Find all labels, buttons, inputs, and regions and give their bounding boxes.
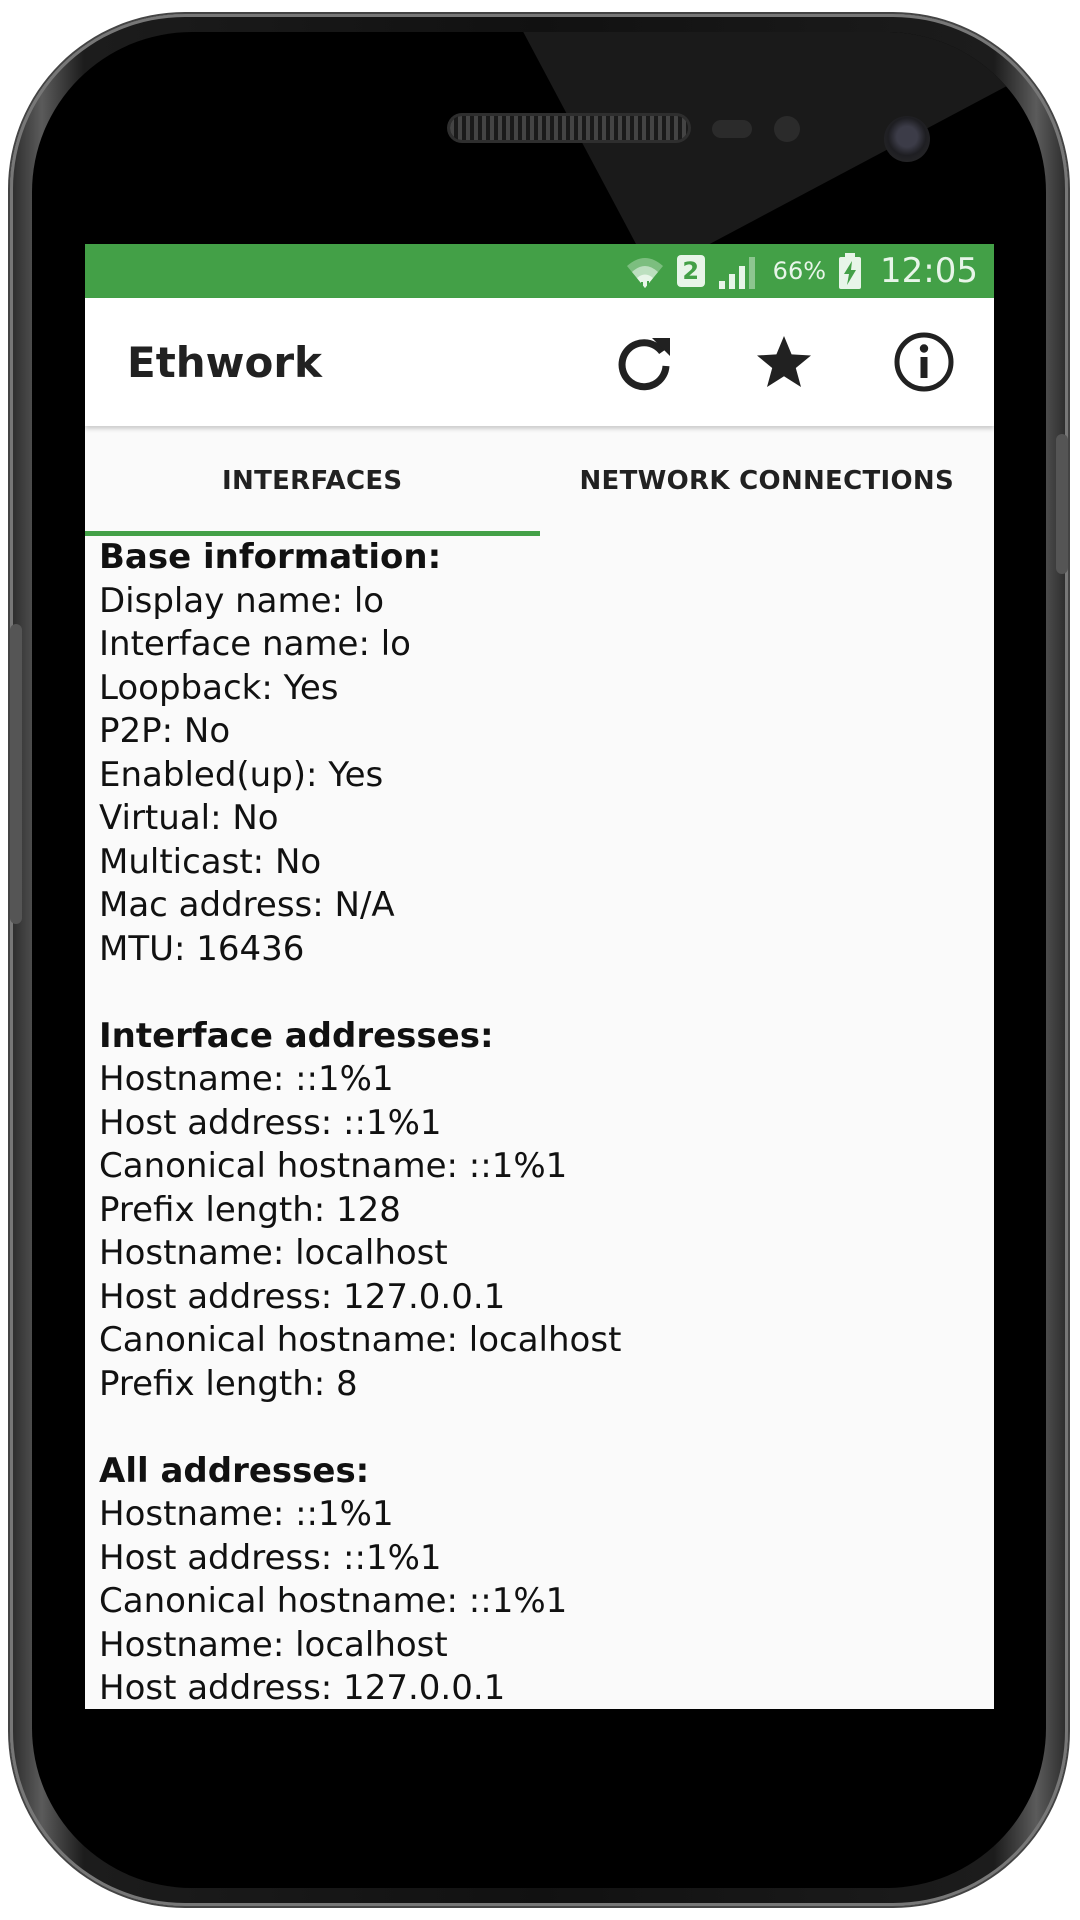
info-line: Enabled(up): Yes xyxy=(99,754,384,795)
info-line: Interface name: lo xyxy=(99,624,411,664)
battery-percent: 66% xyxy=(772,257,827,285)
power-button xyxy=(1056,434,1068,574)
info-line: Hostname: localhost xyxy=(99,1624,448,1665)
info-icon xyxy=(894,332,954,392)
info-line: Hostname: localhost xyxy=(99,1233,448,1273)
info-line: Display name: lo xyxy=(99,580,385,621)
info-line: Host address: ::1%1 xyxy=(99,1102,442,1143)
interface-details: Base information: Display name: lo Inter… xyxy=(85,536,994,1709)
tab-bar: INTERFACES NETWORK CONNECTIONS xyxy=(85,426,994,536)
proximity-sensor xyxy=(712,120,752,138)
info-line: Loopback: Yes xyxy=(99,667,339,708)
clock: 12:05 xyxy=(880,251,978,291)
info-line: MTU: 16436 xyxy=(99,928,305,969)
star-icon xyxy=(757,336,811,387)
section-title-all-addresses: All addresses: xyxy=(99,1450,370,1491)
light-sensor xyxy=(774,116,800,142)
info-line: Virtual: No xyxy=(99,798,279,838)
app-title: Ethwork xyxy=(127,337,322,387)
app-toolbar: Ethwork xyxy=(85,298,994,426)
device-stage: 2 66% 12:05 Ethwork INTERFACES NETWORK C… xyxy=(0,0,1080,1920)
info-line: P2P: No xyxy=(99,711,231,751)
tab-network-connections[interactable]: NETWORK CONNECTIONS xyxy=(540,426,995,536)
tab-interfaces[interactable]: INTERFACES xyxy=(85,426,540,536)
front-camera xyxy=(884,116,930,162)
info-line: Host address: ::1%1 xyxy=(99,1537,442,1578)
volume-button xyxy=(10,624,22,924)
status-bar: 2 66% 12:05 xyxy=(85,244,994,298)
earpiece-speaker xyxy=(450,116,688,140)
info-line: Prefix length: 128 xyxy=(99,1189,401,1230)
info-line: Host address: 127.0.0.1 xyxy=(99,1668,506,1708)
info-line: Canonical hostname: localhost xyxy=(99,1320,622,1360)
wifi-icon xyxy=(625,252,665,290)
refresh-button[interactable] xyxy=(574,298,714,426)
info-line: Multicast: No xyxy=(99,841,322,882)
app-screen: 2 66% 12:05 Ethwork INTERFACES NETWORK C… xyxy=(85,244,994,1709)
info-line: Canonical hostname: ::1%1 xyxy=(99,1581,568,1621)
section-title-interface-addresses: Interface addresses: xyxy=(99,1015,494,1056)
sim-icon: 2 xyxy=(676,255,705,287)
info-line: Hostname: ::1%1 xyxy=(99,1059,394,1099)
info-line: Host address: 127.0.0.1 xyxy=(99,1276,506,1317)
info-line: Prefix length: 8 xyxy=(99,1363,358,1404)
info-line: Hostname: ::1%1 xyxy=(99,1494,394,1534)
section-title-base: Base information: xyxy=(99,537,442,577)
info-line: Mac address: N/A xyxy=(99,885,395,925)
signal-icon xyxy=(717,253,761,289)
bezel-glare xyxy=(502,32,1046,275)
info-line: Canonical hostname: ::1%1 xyxy=(99,1146,568,1186)
favorite-button[interactable] xyxy=(714,298,854,426)
refresh-icon xyxy=(618,338,670,391)
info-button[interactable] xyxy=(854,298,994,426)
battery-charging-icon xyxy=(838,253,862,289)
